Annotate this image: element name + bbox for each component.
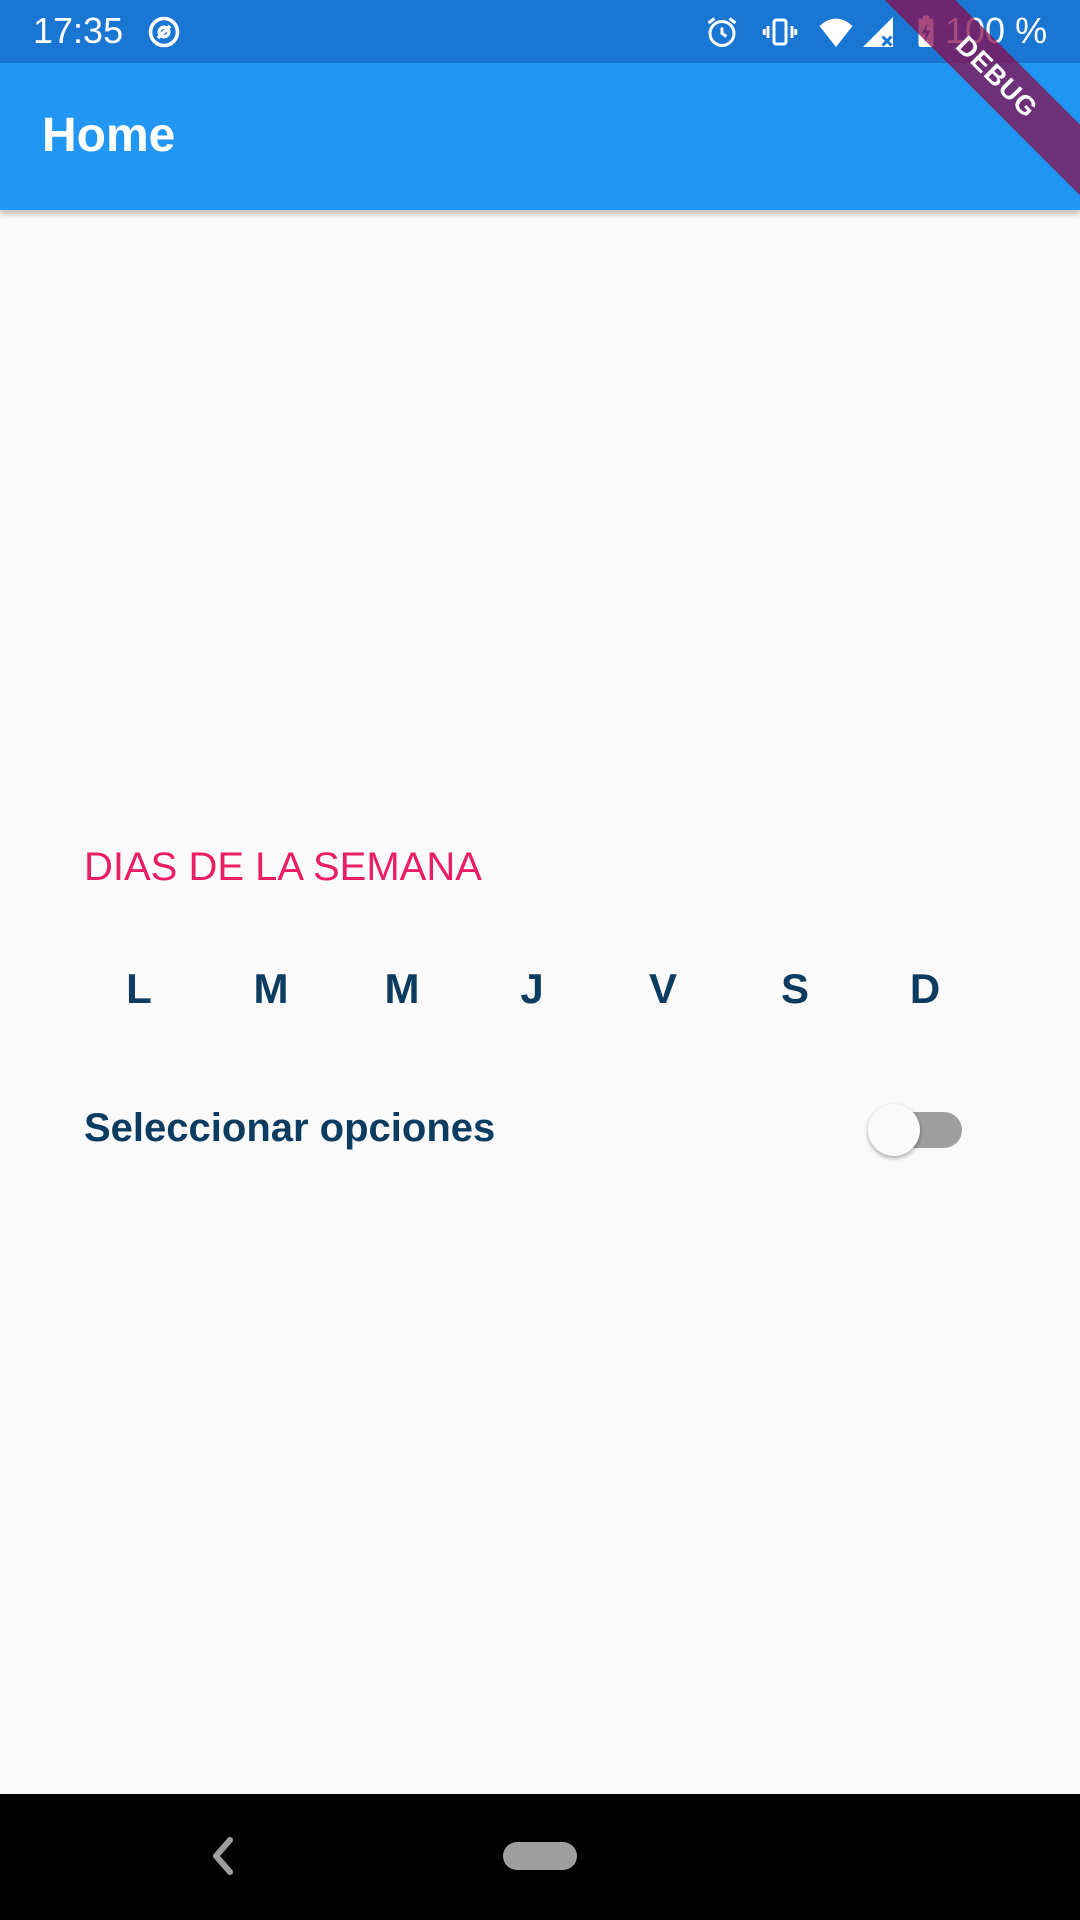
options-label: Seleccionar opciones [84, 1106, 496, 1150]
back-icon[interactable] [206, 1834, 238, 1878]
home-pill-icon[interactable] [503, 1842, 577, 1870]
day-button-sunday[interactable]: D [885, 964, 965, 1014]
page-title: Home [42, 109, 176, 162]
day-button-saturday[interactable]: S [755, 964, 835, 1014]
navigation-bar [0, 1794, 1080, 1920]
day-button-friday[interactable]: V [623, 964, 703, 1014]
signal-icon [863, 17, 893, 47]
alarm-icon [707, 17, 737, 47]
vibrate-icon [762, 18, 798, 46]
switch-thumb [868, 1104, 920, 1156]
at-sign-icon [148, 16, 180, 48]
status-time: 17:35 [33, 10, 124, 51]
day-button-thursday[interactable]: J [492, 964, 572, 1014]
day-button-wednesday[interactable]: M [362, 964, 442, 1014]
screen: 17:35 100 % Home DEBUG DIAS DE LA SEMANA… [0, 0, 1080, 1920]
day-button-tuesday[interactable]: M [231, 964, 311, 1014]
app-bar: Home [0, 63, 1080, 210]
section-title: DIAS DE LA SEMANA [84, 845, 482, 889]
options-toggle-switch[interactable] [866, 1100, 966, 1160]
wifi-icon [819, 18, 853, 47]
day-button-monday[interactable]: L [99, 964, 179, 1014]
